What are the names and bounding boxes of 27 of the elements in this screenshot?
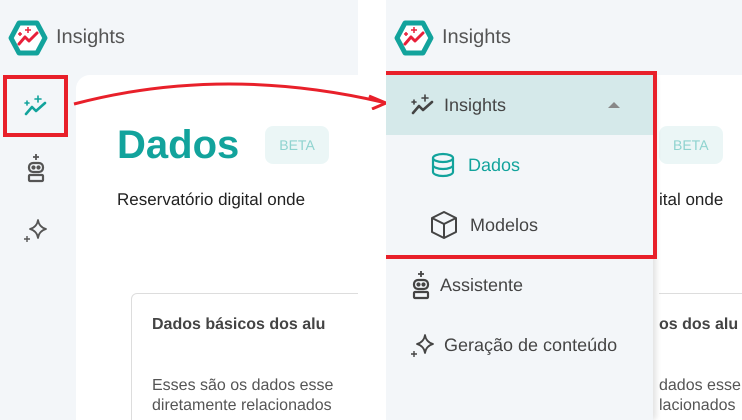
card-text: dados esse [659,376,742,396]
sparkle-chart-icon [410,93,436,117]
cube-icon [430,210,458,240]
app-title: Insights [56,26,125,49]
page-title: Dados [117,122,240,168]
sparkle-icon [410,332,436,358]
menu-item[interactable]: Assistente [386,255,653,315]
card-title: os dos alu [659,315,740,335]
beta-badge: BETA [659,126,723,164]
beta-badge: BETA [265,126,329,164]
robot-icon [410,270,432,300]
page-description: Reservatório digital onde [117,190,306,210]
caret-icon [607,101,621,109]
sparkle-chart-icon [22,94,48,118]
database-icon [430,152,456,178]
card-text: diretamente relacionados [152,396,333,416]
card-text: Esses são os dados esse [152,376,334,396]
submenu-item[interactable]: Modelos [386,195,653,255]
page-description: ital onde [659,190,724,210]
menu-item[interactable]: Geração de conteúdo [386,315,653,375]
menu-item[interactable]: Insights [386,75,653,135]
sparkle-icon [22,217,48,243]
card-text: lacionados [659,396,736,416]
logo-icon [394,20,434,56]
app-title: Insights [442,26,511,49]
card-title: Dados básicos dos alu [152,315,326,335]
logo-icon [8,20,48,56]
